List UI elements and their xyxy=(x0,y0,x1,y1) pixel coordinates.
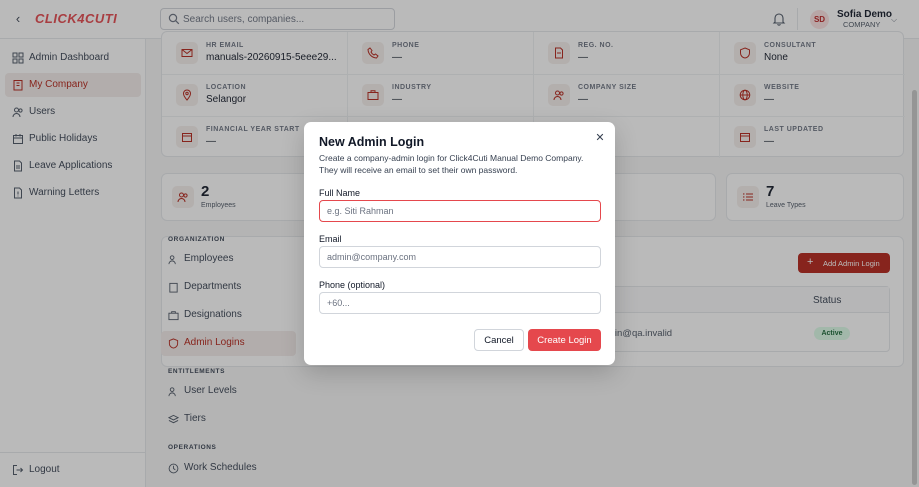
cancel-button[interactable]: Cancel xyxy=(474,329,524,351)
email-label: Email xyxy=(319,234,342,244)
new-admin-login-dialog: ✕ New Admin Login Create a company-admin… xyxy=(304,122,615,365)
phone-label: Phone (optional) xyxy=(319,280,386,290)
full-name-input[interactable] xyxy=(319,200,601,222)
dialog-description: Create a company-admin login for Click4C… xyxy=(319,153,584,175)
close-icon[interactable]: ✕ xyxy=(594,132,606,144)
phone-input[interactable] xyxy=(319,292,601,314)
dialog-title: New Admin Login xyxy=(319,135,425,149)
full-name-label: Full Name xyxy=(319,188,361,198)
create-login-button[interactable]: Create Login xyxy=(528,329,601,351)
email-input[interactable] xyxy=(319,246,601,268)
